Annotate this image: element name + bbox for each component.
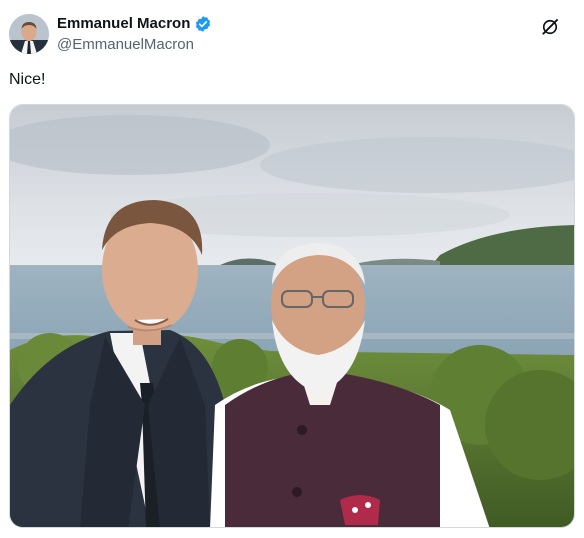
avatar-image xyxy=(9,14,49,54)
grok-icon[interactable] xyxy=(540,17,560,37)
tweet-card[interactable]: Emmanuel Macron @EmmanuelMacron Nice! xyxy=(0,0,584,538)
tweet-photo[interactable] xyxy=(9,104,575,528)
tweet-header: Emmanuel Macron @EmmanuelMacron xyxy=(9,13,570,55)
author-avatar[interactable] xyxy=(9,14,49,54)
verified-badge-icon xyxy=(194,15,212,33)
tweet-text: Nice! xyxy=(9,71,46,88)
author-handle[interactable]: @EmmanuelMacron xyxy=(57,36,194,54)
author-display-name[interactable]: Emmanuel Macron xyxy=(57,15,190,33)
selfie-photo-image xyxy=(10,105,574,527)
author-name-line: Emmanuel Macron xyxy=(57,15,212,33)
